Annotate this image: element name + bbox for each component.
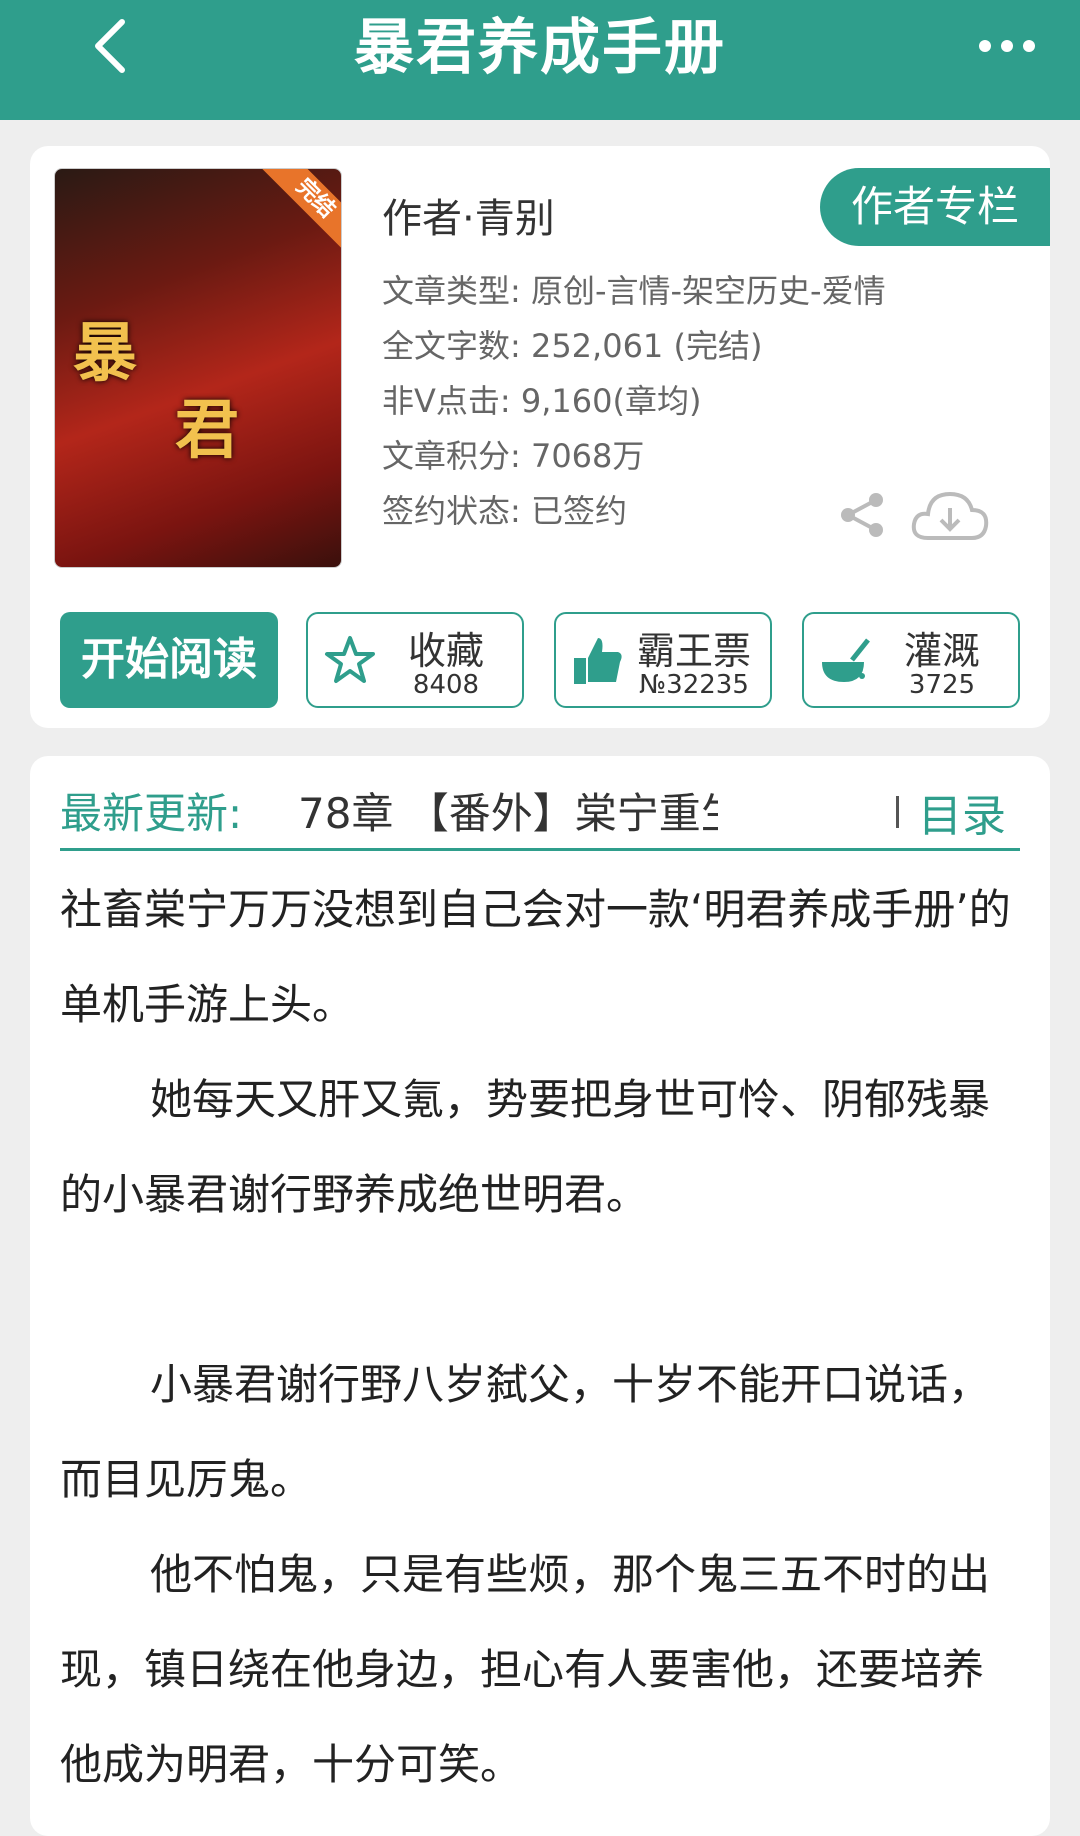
divider (896, 796, 899, 828)
nourish-label: 灌溉 (903, 629, 980, 673)
favorite-label: 收藏 (407, 629, 484, 673)
bawang-label: 霸王票 (636, 629, 751, 673)
start-reading-button[interactable]: 开始阅读 (60, 612, 278, 708)
meta-sign-status: 签约状态: 已签约 (382, 492, 627, 530)
favorite-count: 8408 (412, 670, 480, 700)
table-of-contents-link[interactable]: 目录 (918, 780, 1006, 844)
bawang-count: №32235 (639, 670, 749, 700)
cover-art-text-2: 君 (175, 394, 239, 468)
book-info-card: 完结 暴 君 作者·青别 作者专栏 文章类型: 原创-言情-架空历史-爱情 全文… (30, 146, 1050, 728)
meta-score: 文章积分: 7068万 (382, 437, 645, 475)
bawang-vote-button[interactable]: 霸王票 №32235 (554, 612, 772, 708)
book-cover[interactable]: 完结 暴 君 (54, 168, 342, 568)
share-icon[interactable] (838, 490, 888, 544)
synopsis-paragraph: 社畜棠宁万万没想到自己会对一款‘明君养成手册’的单机手游上头。 (60, 885, 1011, 1029)
top-bar: 暴君养成手册 (0, 0, 1080, 120)
synopsis-paragraph: 她每天又肝又氪，势要把身世可怜、阴郁残暴的小暴君谢行野养成绝世明君。 (60, 1075, 991, 1219)
content-card: 最新更新: 78章 【番外】棠宁重生 20 目录 社畜棠宁万万没想到自己会对一款… (30, 756, 1050, 1836)
thumbs-up-icon (570, 632, 626, 688)
favorite-button[interactable]: 收藏 8408 (306, 612, 524, 708)
nourish-button[interactable]: 灌溉 3725 (802, 612, 1020, 708)
author-column-button[interactable]: 作者专栏 (820, 168, 1050, 246)
synopsis-blank-line (60, 1242, 1020, 1337)
synopsis-paragraph: 他不怕鬼，只是有些烦，那个鬼三五不时的出现，镇日绕在他身边，担心有人要害他，还要… (60, 1550, 991, 1789)
completed-badge: 完结 (261, 169, 341, 253)
latest-update-chapter[interactable]: 78章 【番外】棠宁重生 20 (298, 780, 718, 841)
book-meta: 文章类型: 原创-言情-架空历史-爱情 全文字数: 252,061 (完结) 非… (382, 264, 886, 539)
latest-update-label: 最新更新: (60, 789, 243, 838)
star-icon (322, 632, 378, 688)
nourish-count: 3725 (908, 670, 976, 700)
watering-icon (818, 632, 874, 688)
download-cloud-icon[interactable] (910, 488, 990, 550)
latest-update-bar[interactable]: 最新更新: 78章 【番外】棠宁重生 20 目录 (60, 766, 1020, 851)
synopsis: 社畜棠宁万万没想到自己会对一款‘明君养成手册’的单机手游上头。 她每天又肝又氪，… (60, 862, 1020, 1812)
meta-word-count: 全文字数: 252,061 (完结) (382, 327, 763, 365)
synopsis-paragraph: 小暴君谢行野八岁弑父，十岁不能开口说话，而目见厉鬼。 (60, 1360, 991, 1504)
more-dots-icon[interactable] (972, 18, 1042, 74)
page-title: 暴君养成手册 (354, 13, 726, 83)
author-name[interactable]: 作者·青别 (382, 186, 555, 244)
meta-type: 文章类型: 原创-言情-架空历史-爱情 (382, 272, 886, 310)
meta-clicks: 非V点击: 9,160(章均) (382, 382, 702, 420)
